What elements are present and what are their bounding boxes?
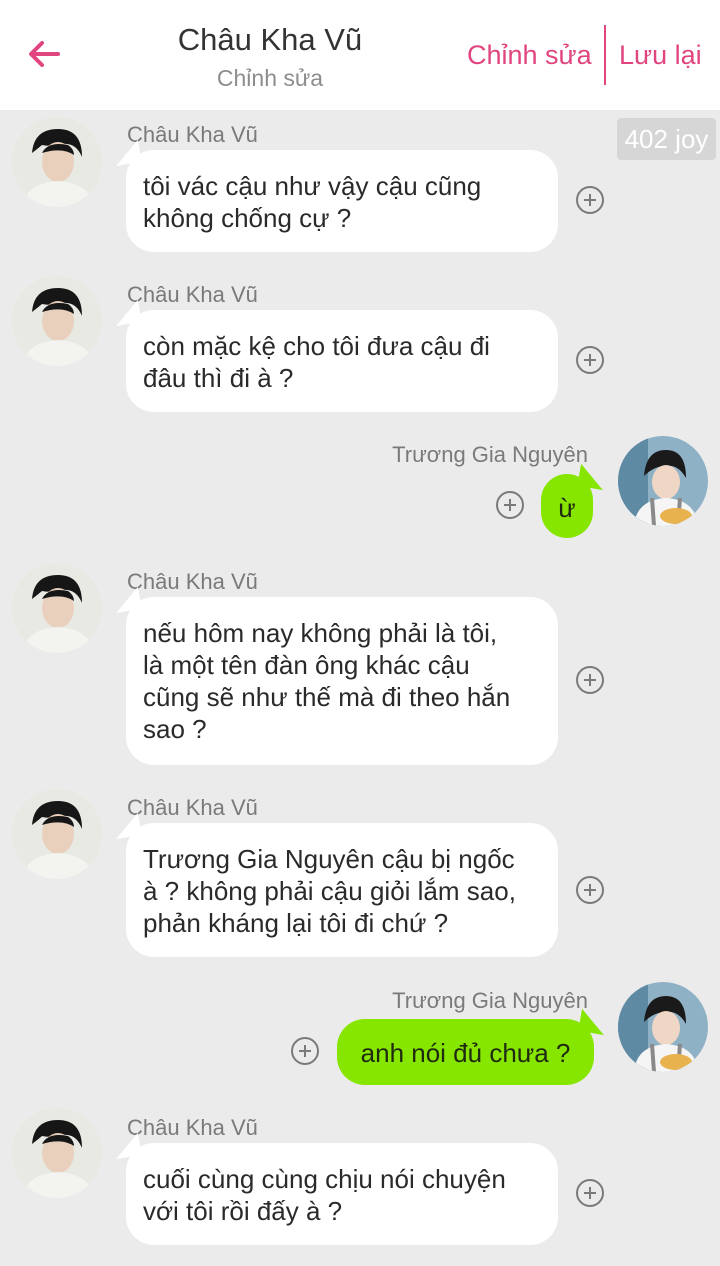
add-reaction-button[interactable] <box>576 666 604 694</box>
sender-name: Trương Gia Nguyên <box>392 442 588 467</box>
sender-name: Châu Kha Vũ <box>127 1115 258 1140</box>
chat-title: Châu Kha Vũ <box>177 22 363 57</box>
message-line: ừ <box>558 493 576 523</box>
message-line: cũng sẽ như thế mà đi theo hắn <box>143 682 511 712</box>
avatar-truong-gia-nguyen[interactable] <box>618 436 708 526</box>
avatar-chau-kha-vu[interactable] <box>12 789 102 879</box>
message-bubble[interactable]: ừ <box>541 474 593 538</box>
avatar-chau-kha-vu[interactable] <box>12 1108 102 1198</box>
message-bubble[interactable]: cuối cùng cùng chịu nói chuyện với tôi r… <box>126 1143 558 1245</box>
message-line: không chống cự ? <box>143 203 352 233</box>
add-reaction-button[interactable] <box>576 346 604 374</box>
add-reaction-button[interactable] <box>496 491 524 519</box>
avatar-chau-kha-vu[interactable] <box>12 563 102 653</box>
message-bubble[interactable]: anh nói đủ chưa ? <box>337 1019 594 1085</box>
message-line: à ? không phải cậu giỏi lắm sao, <box>143 876 516 906</box>
avatar-chau-kha-vu[interactable] <box>12 276 102 366</box>
message-line: phản kháng lại tôi đi chứ ? <box>143 908 449 938</box>
add-reaction-button[interactable] <box>291 1037 319 1065</box>
sender-name: Châu Kha Vũ <box>127 122 258 147</box>
sender-name: Châu Kha Vũ <box>127 282 258 307</box>
message-line: sao ? <box>143 714 207 744</box>
message-line: là một tên đàn ông khác cậu <box>143 650 470 680</box>
message-line: với tôi rồi đấy à ? <box>143 1196 343 1226</box>
message-bubble[interactable]: nếu hôm nay không phải là tôi, là một tê… <box>126 597 558 765</box>
message-bubble[interactable]: còn mặc kệ cho tôi đưa cậu đi đâu thì đi… <box>126 310 558 412</box>
profile-photo-icon <box>12 563 102 653</box>
profile-photo-icon <box>618 436 708 526</box>
sender-name: Trương Gia Nguyên <box>392 988 588 1013</box>
joy-counter-badge: 402 joy <box>617 118 716 160</box>
message-bubble[interactable]: Trương Gia Nguyên cậu bị ngốc à ? không … <box>126 823 558 957</box>
sender-name: Châu Kha Vũ <box>127 795 258 820</box>
profile-photo-icon <box>12 789 102 879</box>
message-line: nếu hôm nay không phải là tôi, <box>143 618 498 648</box>
message-line: còn mặc kệ cho tôi đưa cậu đi <box>143 331 490 361</box>
profile-photo-icon <box>12 117 102 207</box>
message-bubble[interactable]: tôi vác cậu như vậy cậu cũng không chống… <box>126 150 558 252</box>
avatar-truong-gia-nguyen[interactable] <box>618 982 708 1072</box>
message-line: Trương Gia Nguyên cậu bị ngốc <box>143 844 515 874</box>
message-line: anh nói đủ chưa ? <box>360 1038 571 1068</box>
profile-photo-icon <box>12 1108 102 1198</box>
add-reaction-button[interactable] <box>576 1179 604 1207</box>
chat-header: Châu Kha Vũ Chỉnh sửa Chỉnh sửa Lưu lại <box>0 0 720 110</box>
save-button[interactable]: Lưu lại <box>619 40 702 71</box>
edit-button[interactable]: Chỉnh sửa <box>467 40 592 71</box>
add-reaction-button[interactable] <box>576 186 604 214</box>
message-line: tôi vác cậu như vậy cậu cũng <box>143 171 482 201</box>
header-divider <box>604 25 606 85</box>
message-line: cuối cùng cùng chịu nói chuyện <box>143 1164 506 1194</box>
chat-subtitle: Chỉnh sửa <box>216 65 324 91</box>
sender-name: Châu Kha Vũ <box>127 569 258 594</box>
profile-photo-icon <box>12 276 102 366</box>
profile-photo-icon <box>618 982 708 1072</box>
add-reaction-button[interactable] <box>576 876 604 904</box>
message-line: đâu thì đi à ? <box>143 363 294 393</box>
avatar-chau-kha-vu[interactable] <box>12 117 102 207</box>
